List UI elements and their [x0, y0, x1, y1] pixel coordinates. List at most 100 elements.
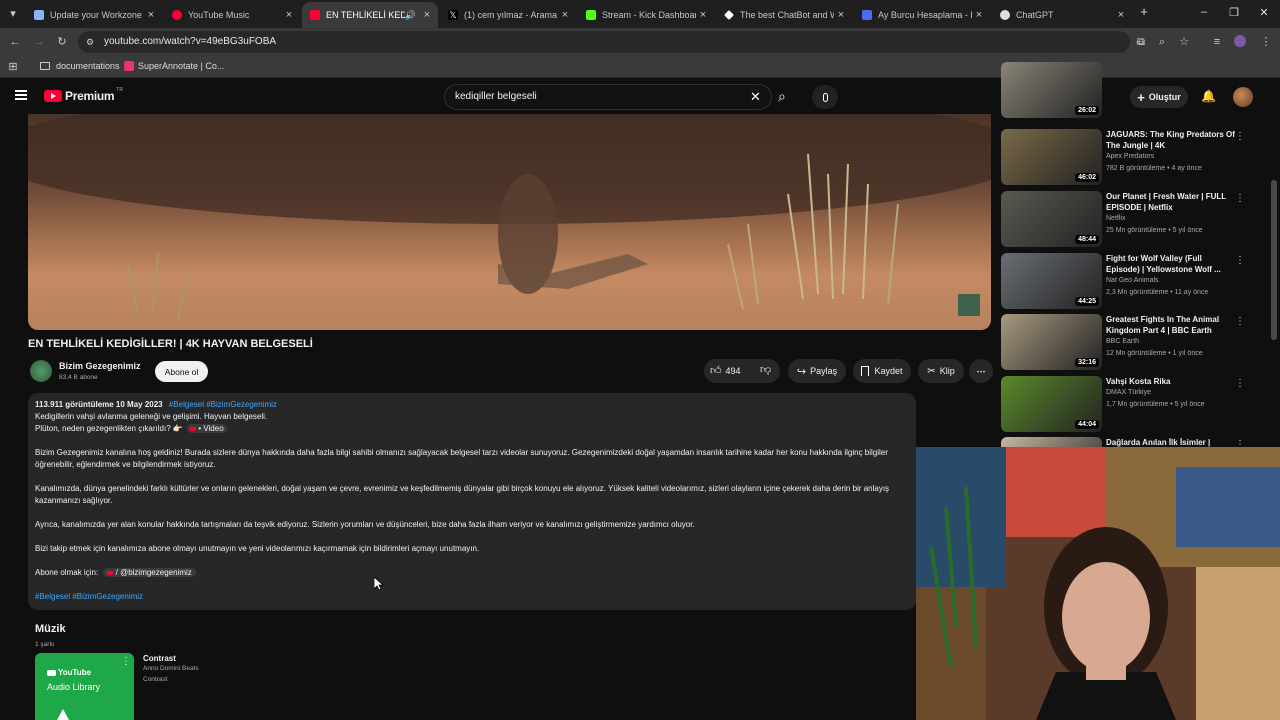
tab-close-icon[interactable]: ×	[282, 9, 296, 21]
song-artist: Anno Domini Beats	[143, 665, 199, 672]
youtube-logo[interactable]: Premium TR	[44, 87, 123, 103]
forward-icon[interactable]: →	[32, 35, 46, 49]
youtube-play-icon	[190, 427, 197, 431]
duration-badge: 26:02	[1075, 106, 1099, 115]
recommendation-card[interactable]: 48:44 Our Planet | Fresh Water | FULL EPI…	[1001, 191, 1271, 249]
profile-icon[interactable]	[1234, 35, 1246, 47]
video-thumbnail[interactable]: 48:44	[1001, 191, 1102, 247]
video-thumbnail[interactable]: 32:16	[1001, 314, 1102, 370]
bookmark-link[interactable]: SuperAnnotate | Co...	[124, 61, 224, 71]
apps-grid-icon[interactable]: ⊞	[6, 60, 20, 74]
kebab-icon[interactable]: ⋮	[1235, 131, 1245, 142]
hashtag-links[interactable]: #Belgesel #BizimGezegenimiz	[35, 591, 915, 603]
clip-button[interactable]: ✂ Klip	[918, 359, 964, 383]
tab-favicon	[862, 10, 872, 20]
voice-search-icon[interactable]	[812, 85, 838, 109]
kebab-icon[interactable]: ⋮	[1235, 255, 1245, 266]
recommendation-channel[interactable]: Nat Geo Animals	[1106, 277, 1159, 284]
reload-icon[interactable]: ↻	[55, 35, 69, 49]
tab-close-icon[interactable]: ×	[1114, 9, 1128, 21]
channel-handle-chip[interactable]: / @bizimgezegenimiz	[103, 568, 196, 577]
page-scrollbar[interactable]	[1271, 180, 1277, 340]
install-icon[interactable]: ⧉	[1134, 35, 1148, 49]
recommendation-channel[interactable]: Netflix	[1106, 215, 1125, 222]
browser-tab[interactable]: ChatGPT ×	[992, 2, 1132, 28]
hashtag-links[interactable]: #Belgesel #BizimGezegenimiz	[169, 400, 277, 409]
address-bar[interactable]: ⚙ youtube.com/watch?v=49eBG3uFOBA ▭	[78, 31, 1145, 53]
kebab-icon[interactable]: ⋮	[1235, 193, 1245, 204]
recommendation-card[interactable]: 46:02 JAGUARS: The King Predators Of The …	[1001, 129, 1271, 187]
recommendation-card[interactable]: 32:16 Greatest Fights In The Animal Kingd…	[1001, 314, 1271, 372]
reading-list-icon[interactable]: ≡	[1210, 35, 1224, 49]
channel-name[interactable]: Bizim Gezegenimiz	[59, 361, 141, 371]
song-title[interactable]: Contrast	[143, 654, 176, 663]
recommendation-meta: 1,7 Mn görüntüleme • 5 yıl önce	[1106, 401, 1205, 408]
video-frame	[28, 114, 991, 320]
speaker-icon[interactable]: 🔊	[405, 10, 416, 21]
recommendation-title[interactable]: Fight for Wolf Valley (Full Episode) | Y…	[1106, 253, 1236, 275]
tab-favicon	[724, 10, 734, 20]
menu-kebab-icon[interactable]: ⋮	[1259, 35, 1273, 49]
thumbs-up-icon: 👍︎	[710, 365, 722, 377]
recommendation-card[interactable]: 44:04 Vahşi Kosta Rika DMAX Türkiye 1,7 Mn …	[1001, 376, 1271, 434]
browser-tab[interactable]: The best ChatBot and W ×	[716, 2, 852, 28]
share-button[interactable]: ↪ Paylaş	[788, 359, 846, 383]
search-icon[interactable]: ⌕	[778, 88, 786, 105]
more-actions-button[interactable]: ⋯	[969, 359, 993, 383]
browser-tab[interactable]: Ay Burcu Hesaplama - Hi ×	[854, 2, 990, 28]
restore-icon[interactable]: ❐	[1224, 6, 1244, 19]
video-thumbnail[interactable]: 46:02	[1001, 129, 1102, 185]
hamburger-menu-icon[interactable]	[15, 90, 27, 100]
tab-search-icon[interactable]: ▾	[6, 7, 20, 21]
video-player[interactable]	[28, 114, 991, 330]
video-thumbnail[interactable]: 44:04	[1001, 376, 1102, 432]
kebab-icon[interactable]: ⋮	[1235, 316, 1245, 327]
browser-tab[interactable]: Update your Workzone p ×	[26, 2, 162, 28]
bookmark-folder[interactable]: documentations	[40, 61, 120, 71]
new-tab-button[interactable]: +	[1134, 4, 1154, 19]
dislike-button[interactable]: 👎︎	[760, 363, 771, 376]
recommendation-title[interactable]: JAGUARS: The King Predators Of The Jungl…	[1106, 129, 1236, 151]
recommendation-title[interactable]: Greatest Fights In The Animal Kingdom Pa…	[1106, 314, 1236, 336]
back-icon[interactable]: ←	[8, 35, 22, 49]
tab-close-icon[interactable]: ×	[696, 9, 710, 21]
save-button[interactable]: Kaydet	[853, 359, 911, 383]
like-button[interactable]: 👍︎ 494	[710, 364, 741, 377]
recommendation-channel[interactable]: BBC Earth	[1106, 338, 1139, 345]
recommendation-channel[interactable]: DMAX Türkiye	[1106, 389, 1151, 396]
recommendation-meta: 782 B görüntüleme • 4 ay önce	[1106, 165, 1202, 172]
tab-close-icon[interactable]: ×	[972, 9, 986, 21]
clear-search-icon[interactable]: ✕	[750, 89, 761, 105]
tab-close-icon[interactable]: ×	[558, 9, 572, 21]
recommendation-channel[interactable]: Apex Predators	[1106, 153, 1154, 160]
audio-library-thumbnail[interactable]: YouTube Audio Library ⋮	[35, 653, 134, 720]
browser-tab[interactable]: 𝕏 (1) cem yılmaz - Arama / ×	[440, 2, 576, 28]
video-thumbnail[interactable]: 26:02	[1001, 62, 1102, 118]
video-link-chip[interactable]: • Video	[187, 424, 227, 433]
kebab-icon[interactable]: ⋮	[121, 656, 131, 667]
subscribe-button[interactable]: Abone ol	[155, 361, 208, 382]
zoom-icon[interactable]: ⌕	[1155, 35, 1169, 49]
browser-tab[interactable]: Stream - Kick Dashboard ×	[578, 2, 714, 28]
search-input[interactable]: kediqiller belgeseli	[444, 84, 772, 110]
url-text: youtube.com/watch?v=49eBG3uFOBA	[104, 36, 277, 47]
recommendation-title[interactable]: Our Planet | Fresh Water | FULL EPISODE …	[1106, 191, 1236, 213]
recommendation-card[interactable]: 26:02	[1001, 62, 1271, 120]
recommendation-title[interactable]: Vahşi Kosta Rika	[1106, 376, 1236, 387]
site-info-icon[interactable]: ⚙	[86, 31, 94, 53]
video-thumbnail[interactable]: 44:25	[1001, 253, 1102, 309]
recommendation-card[interactable]: 44:25 Fight for Wolf Valley (Full Episode…	[1001, 253, 1271, 311]
tab-close-icon[interactable]: ×	[834, 9, 848, 21]
browser-tab-active[interactable]: EN TEHLİKELİ KEDİGİ 🔊 ×	[302, 2, 438, 28]
browser-tab[interactable]: YouTube Music ×	[164, 2, 300, 28]
duration-badge: 48:44	[1075, 235, 1099, 244]
tab-close-icon[interactable]: ×	[420, 9, 434, 21]
bookmark-star-icon[interactable]: ☆	[1177, 35, 1191, 49]
subscriber-count: 83,4 B abone	[59, 374, 98, 381]
tab-close-icon[interactable]: ×	[144, 9, 158, 21]
kebab-icon[interactable]: ⋮	[1235, 378, 1245, 389]
minimize-icon[interactable]: –	[1194, 6, 1214, 18]
close-window-icon[interactable]: ✕	[1254, 6, 1274, 19]
audio-library-label: Audio Library	[47, 682, 101, 692]
channel-avatar[interactable]	[30, 360, 52, 382]
